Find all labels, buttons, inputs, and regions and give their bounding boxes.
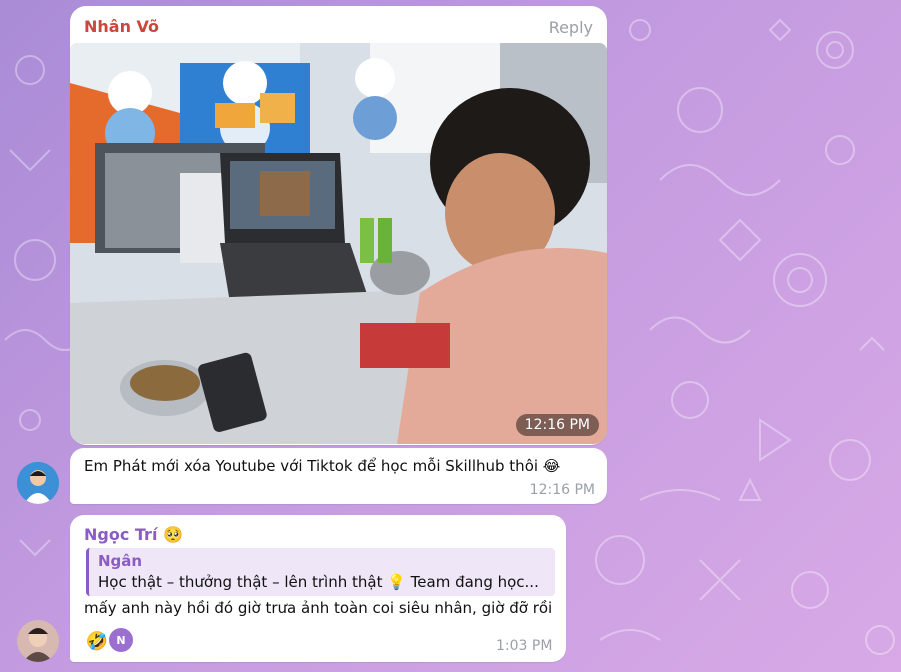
message-timestamp: 12:16 PM — [529, 482, 595, 498]
sender-status-emoji: 🥺 — [163, 525, 184, 544]
avatar-nhan-vo[interactable] — [17, 462, 59, 504]
reply-quote[interactable]: Ngân Học thật – thưởng thật – lên trình … — [86, 548, 555, 596]
photo-office-lunch-illustration — [70, 43, 607, 444]
quote-text: Học thật – thưởng thật – lên trình thật … — [98, 573, 539, 591]
reply-message-text: mấy anh này hồi đó giờ trưa ảnh toàn coi… — [84, 599, 553, 617]
laughing-emoji-icon: 🤣 — [85, 630, 109, 652]
avatar-image — [17, 620, 59, 662]
sender-name[interactable]: Ngọc Trí — [84, 525, 157, 544]
reaction-emoji[interactable]: 🤣 — [84, 628, 110, 654]
avatar-ngoc-tri[interactable] — [17, 620, 59, 662]
message-text: Em Phát mới xóa Youtube với Tiktok để họ… — [84, 457, 561, 475]
reactor-avatar[interactable]: N — [109, 628, 133, 652]
sender-row: Ngọc Trí 🥺 — [84, 525, 183, 544]
photo-timestamp: 12:16 PM — [515, 414, 599, 436]
reactor-initial: N — [116, 633, 126, 647]
message-photo[interactable]: 12:16 PM — [70, 43, 607, 444]
quote-author: Ngân — [98, 552, 143, 570]
reply-timestamp: 1:03 PM — [496, 638, 553, 654]
message-bubble-text[interactable]: Em Phát mới xóa Youtube với Tiktok để họ… — [70, 448, 607, 504]
avatar-image — [17, 462, 59, 504]
reply-button[interactable]: Reply — [549, 18, 593, 37]
sender-name[interactable]: Nhân Võ — [84, 17, 159, 36]
